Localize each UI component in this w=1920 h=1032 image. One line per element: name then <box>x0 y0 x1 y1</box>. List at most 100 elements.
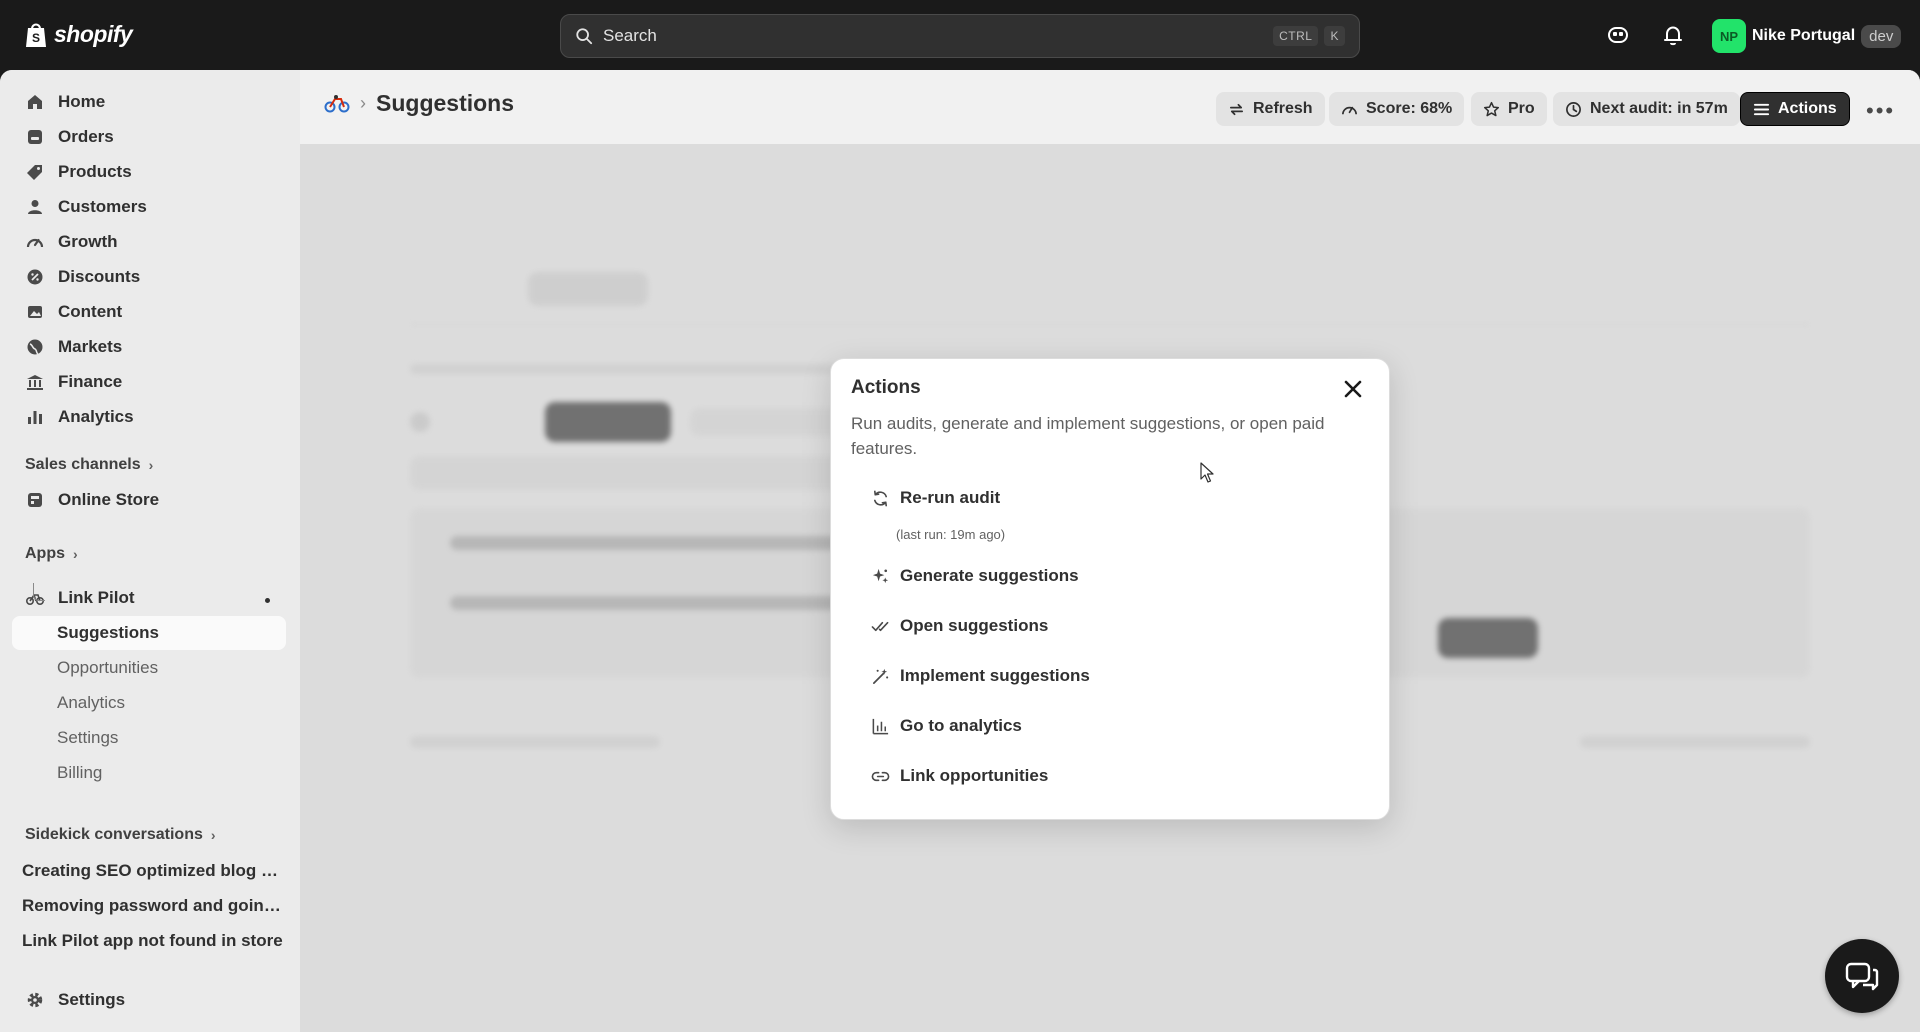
chevron-right-icon: › <box>73 546 78 562</box>
sidebar-label: Orders <box>58 127 114 146</box>
actions-modal: Actions Run audits, generate and impleme… <box>830 358 1390 820</box>
more-options-icon[interactable]: ••• <box>1866 98 1895 124</box>
sidebar-item-app-settings[interactable]: Settings <box>12 721 286 755</box>
button-label: Next audit: in 57m <box>1590 100 1728 117</box>
sidebar-item-home[interactable]: Home <box>12 85 286 119</box>
mouse-cursor-icon <box>1200 462 1214 483</box>
open-suggestions-button[interactable]: Open suggestions <box>871 616 1048 636</box>
page-header: › Suggestions Refresh Score: 68% Pro Nex… <box>300 70 1920 144</box>
actions-button[interactable]: Actions <box>1740 92 1850 126</box>
sidebar-label: Products <box>58 162 132 181</box>
action-label: Link opportunities <box>900 766 1049 785</box>
blurred-checkbox <box>410 412 430 432</box>
sales-channels-header[interactable]: Sales channels › <box>25 456 153 474</box>
conversation-item[interactable]: Creating SEO optimized blog p... <box>22 861 284 881</box>
sidebar-item-discounts[interactable]: Discounts <box>12 260 286 294</box>
sidebar-item-content[interactable]: Content <box>12 295 286 329</box>
sidebar-label: Billing <box>57 763 103 782</box>
action-label: Implement suggestions <box>900 666 1090 685</box>
star-icon <box>1483 101 1500 116</box>
button-label: Refresh <box>1253 100 1313 117</box>
gauge-icon <box>26 238 44 248</box>
next-audit-button[interactable]: Next audit: in 57m <box>1553 92 1740 126</box>
sidekick-conversations-header[interactable]: Sidekick conversations › <box>25 826 216 844</box>
shortcut-key-ctrl: CTRL <box>1273 26 1319 46</box>
sidebar-label: Growth <box>58 232 118 251</box>
sidebar-item-markets[interactable]: Markets <box>12 330 286 364</box>
bank-icon <box>27 375 43 390</box>
breadcrumb-separator-icon: › <box>360 93 366 113</box>
link-opportunities-button[interactable]: Link opportunities <box>871 766 1048 786</box>
user-menu[interactable]: NP Nike Portugal dev <box>1712 19 1902 53</box>
sidebar-item-orders[interactable]: Orders <box>12 120 286 154</box>
content-icon <box>28 306 42 318</box>
blurred-pagination <box>410 736 660 748</box>
sidebar-label: Link Pilot <box>58 588 135 607</box>
action-label: Open suggestions <box>900 616 1049 635</box>
sidebar: Home Orders Products Customers Growth Di… <box>0 70 300 1032</box>
last-run-text: (last run: 19m ago) <box>896 527 1006 542</box>
pro-button[interactable]: Pro <box>1471 92 1547 126</box>
conversation-item[interactable]: Removing password and going... <box>22 896 284 916</box>
shortcut-key-k: K <box>1324 26 1345 46</box>
link-pilot-app-icon[interactable] <box>324 94 350 114</box>
score-button[interactable]: Score: 68% <box>1329 92 1465 126</box>
bar-chart-icon <box>872 718 889 734</box>
search-icon <box>576 28 593 45</box>
blurred-filters <box>410 456 890 490</box>
close-button[interactable] <box>1339 375 1367 403</box>
sidekick-icon[interactable] <box>1607 24 1629 46</box>
avatar: NP <box>1712 19 1746 53</box>
sidebar-item-settings[interactable]: Settings <box>12 983 286 1017</box>
action-label: Re-run audit <box>900 488 1001 507</box>
refresh-button[interactable]: Refresh <box>1216 92 1325 126</box>
chat-button[interactable] <box>1825 939 1899 1013</box>
sidebar-label: Discounts <box>58 267 141 286</box>
search-bar[interactable]: Search CTRL K <box>560 14 1360 58</box>
magic-wand-icon <box>872 668 889 684</box>
storefront-icon <box>28 493 42 507</box>
shopify-logo[interactable]: S shopify <box>24 20 133 48</box>
sidebar-item-analytics[interactable]: Analytics <box>12 400 286 434</box>
person-icon <box>28 200 42 214</box>
conversation-item[interactable]: Link Pilot app not found in store <box>22 931 284 951</box>
sidebar-item-suggestions[interactable]: Suggestions <box>12 616 286 650</box>
bar-chart-icon <box>28 411 42 424</box>
sidebar-item-products[interactable]: Products <box>12 155 286 189</box>
sidebar-label: Settings <box>58 990 126 1009</box>
bell-icon[interactable] <box>1662 24 1684 46</box>
apps-header[interactable]: Apps › <box>25 545 78 563</box>
link-icon <box>871 771 890 781</box>
menu-icon <box>1753 103 1770 115</box>
section-label: Sales channels <box>25 456 141 473</box>
sidebar-label: Home <box>58 92 106 111</box>
section-label: Sidekick conversations <box>25 826 203 843</box>
sidebar-label: Suggestions <box>57 623 160 642</box>
globe-icon <box>27 339 43 355</box>
implement-suggestions-button[interactable]: Implement suggestions <box>871 666 1090 686</box>
sidebar-item-billing[interactable]: Billing <box>12 756 286 790</box>
sidebar-item-customers[interactable]: Customers <box>12 190 286 224</box>
sidebar-item-finance[interactable]: Finance <box>12 365 286 399</box>
sidebar-label: Online Store <box>58 490 160 509</box>
logo-text: shopify <box>54 20 133 47</box>
generate-suggestions-button[interactable]: Generate suggestions <box>871 566 1079 586</box>
sidebar-label: Analytics <box>57 693 126 712</box>
sidebar-item-link-pilot[interactable]: Link Pilot <box>12 581 286 615</box>
sidebar-item-opportunities[interactable]: Opportunities <box>12 651 286 685</box>
blurred-primary-button <box>545 402 671 442</box>
go-to-analytics-button[interactable]: Go to analytics <box>871 716 1022 736</box>
rerun-audit-button[interactable]: Re-run audit <box>871 488 1000 508</box>
section-label: Apps <box>25 545 65 562</box>
button-label: Score: 68% <box>1366 100 1453 117</box>
sidebar-label: Settings <box>57 728 119 747</box>
sidebar-label: Analytics <box>58 407 134 426</box>
sidebar-item-app-analytics[interactable]: Analytics <box>12 686 286 720</box>
sidebar-item-online-store[interactable]: Online Store <box>12 483 286 517</box>
action-label: Go to analytics <box>900 716 1022 735</box>
blurred-pagination <box>1580 736 1810 748</box>
modal-description: Run audits, generate and implement sugge… <box>851 414 1325 458</box>
close-icon <box>1344 380 1362 398</box>
orders-icon <box>28 130 42 144</box>
sidebar-item-growth[interactable]: Growth <box>12 225 286 259</box>
